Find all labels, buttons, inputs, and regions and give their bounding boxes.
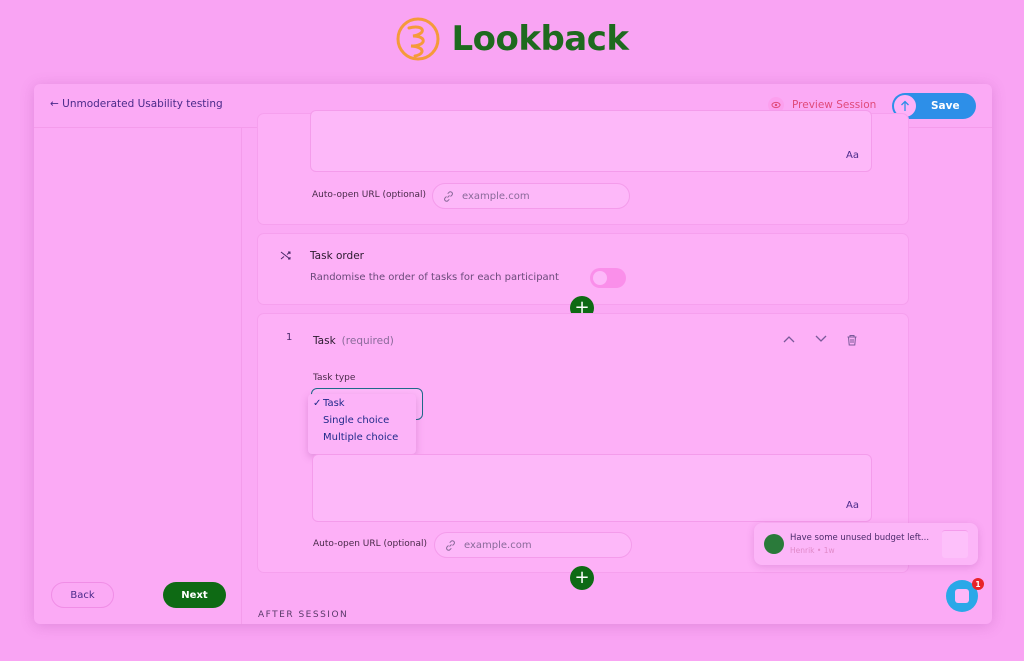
task-description-textarea[interactable]: Aa: [310, 110, 872, 172]
task-type-label: Task type: [313, 373, 356, 383]
task-type-option-multiple-choice[interactable]: Multiple choice: [308, 432, 416, 449]
add-task-button[interactable]: +: [570, 566, 594, 590]
avatar: [764, 534, 784, 554]
move-up-icon[interactable]: [782, 334, 796, 346]
brand-header: Lookback: [0, 10, 1024, 68]
url-placeholder: example.com: [462, 190, 530, 202]
option-label: Single choice: [323, 415, 390, 426]
notification-thumbnail: [942, 530, 968, 558]
auto-open-url-label: Auto-open URL (optional): [312, 190, 427, 200]
back-to-study-link[interactable]: ← Unmoderated Usability testing: [50, 98, 223, 110]
task-type-dropdown: ✓ Task Single choice Multiple choice: [308, 394, 416, 454]
check-icon: ✓: [313, 398, 322, 409]
toggle-knob: [593, 271, 607, 285]
brand-name: Lookback: [451, 19, 629, 59]
auto-open-url-input[interactable]: example.com: [434, 532, 632, 558]
auto-open-url-label: Auto-open URL (optional): [313, 539, 428, 549]
notification-meta: Henrik • 1w: [790, 546, 835, 555]
text-format-button[interactable]: Aa: [846, 500, 859, 511]
next-button[interactable]: Next: [163, 582, 226, 608]
sidebar: [34, 128, 242, 624]
chat-notification[interactable]: Have some unused budget left... Henrik •…: [754, 523, 978, 565]
text-format-button[interactable]: Aa: [846, 150, 859, 161]
move-down-icon[interactable]: [814, 334, 828, 346]
link-icon: [446, 539, 455, 551]
task-order-title: Task order: [310, 250, 364, 262]
unread-badge: 1: [972, 578, 984, 590]
task-order-card: Task order Randomise the order of tasks …: [258, 234, 908, 304]
randomise-toggle[interactable]: [590, 268, 626, 288]
required-label: (required): [341, 335, 394, 347]
task-title-text: Task: [313, 335, 336, 347]
back-button[interactable]: Back: [51, 582, 114, 608]
task-title: Task (required): [313, 335, 394, 347]
chat-icon: [955, 589, 969, 603]
task-instructions-textarea[interactable]: Aa: [312, 454, 872, 522]
task-type-option-task[interactable]: ✓ Task: [308, 398, 416, 415]
option-label: Multiple choice: [323, 432, 399, 443]
link-icon: [444, 190, 453, 202]
option-label: Task: [323, 398, 345, 409]
task-actions: [782, 334, 858, 346]
notification-message: Have some unused budget left...: [790, 533, 930, 543]
task-order-description: Randomise the order of tasks for each pa…: [310, 272, 559, 283]
task-number: 1: [286, 332, 293, 343]
shuffle-icon: [280, 250, 291, 264]
previous-task-card: Aa Auto-open URL (optional) example.com: [258, 110, 908, 224]
lookback-logo-icon: [396, 17, 440, 61]
auto-open-url-input[interactable]: example.com: [432, 183, 630, 209]
trash-icon[interactable]: [846, 334, 858, 346]
save-label: Save: [931, 100, 960, 112]
task-type-option-single-choice[interactable]: Single choice: [308, 415, 416, 432]
after-session-heading: AFTER SESSION: [258, 610, 349, 620]
url-placeholder: example.com: [464, 539, 532, 551]
